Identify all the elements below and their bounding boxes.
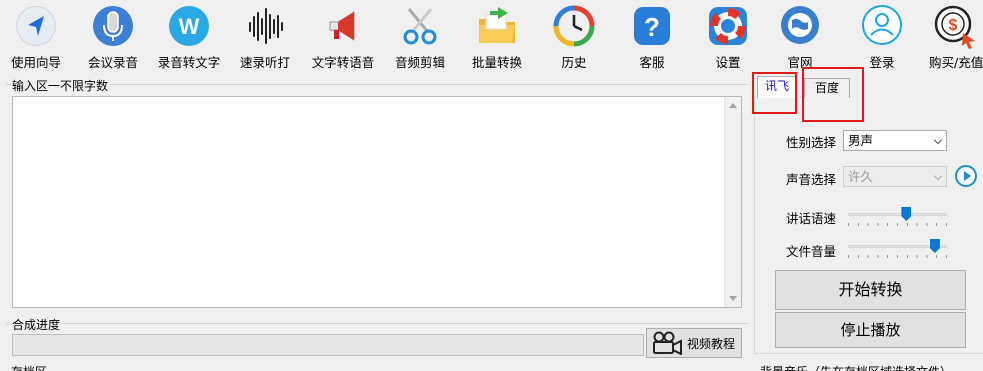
globe-icon	[777, 3, 823, 49]
speed-slider[interactable]	[842, 204, 953, 228]
toolbar-audio-edit-label: 音频剪辑	[394, 55, 445, 70]
toolbar: 使用向导 会议录音 W 录音转文字 速录听打 文字转语音 音频剪辑 批量转换 历…	[0, 0, 983, 72]
toolbar-batch-convert-label: 批量转换	[471, 55, 522, 70]
toolbar-purchase-label: 购买/充值	[929, 55, 983, 70]
toolbar-login-label: 登录	[869, 55, 895, 70]
background-music-label: 背景音乐（先在存档区域选择文件）	[760, 363, 952, 371]
scissors-icon	[397, 3, 443, 49]
gender-select[interactable]: 男声	[843, 130, 947, 151]
input-group-border	[6, 84, 748, 85]
microphone-icon	[90, 3, 136, 49]
toolbar-record-to-text-button[interactable]: W 录音转文字	[152, 0, 226, 72]
volume-slider[interactable]	[842, 236, 953, 260]
synthesis-group-label: 合成进度	[11, 316, 62, 333]
svg-text:?: ?	[644, 12, 660, 42]
speed-label: 讲话语速	[786, 211, 837, 226]
archive-area-label: 存档区	[11, 363, 47, 371]
highlight-box-xunfei	[752, 72, 797, 114]
text-input-area[interactable]	[12, 96, 742, 308]
history-clock-icon	[551, 3, 597, 49]
toolbar-meeting-record-label: 会议录音	[87, 55, 138, 70]
lifebuoy-icon	[705, 3, 751, 49]
synthesis-progress-bar	[12, 334, 644, 356]
input-group-label: 输入区一不限字数	[11, 77, 110, 94]
folder-arrow-icon	[474, 3, 520, 49]
toolbar-support-button[interactable]: ? 客服	[622, 0, 682, 72]
voice-select-value: 许久	[848, 169, 874, 184]
toolbar-purchase-button[interactable]: $ 购买/充值	[926, 0, 983, 72]
voice-select[interactable]: 许久	[843, 166, 947, 187]
play-preview-icon[interactable]	[955, 165, 977, 187]
user-icon	[859, 3, 905, 49]
toolbar-stenography-button[interactable]: 速录听打	[234, 0, 296, 72]
text-input-content	[13, 97, 741, 103]
w-letter-icon: W	[166, 3, 212, 49]
voice-label: 声音选择	[786, 172, 837, 187]
chevron-down-icon	[933, 135, 943, 145]
highlight-box-baidu	[802, 67, 864, 122]
video-tutorial-button[interactable]: 视频教程	[646, 328, 742, 358]
chevron-down-icon	[933, 171, 943, 181]
stop-play-button[interactable]: 停止播放	[775, 312, 966, 348]
volume-label: 文件音量	[786, 244, 837, 259]
toolbar-batch-convert-button[interactable]: 批量转换	[466, 0, 528, 72]
speed-slider-track	[848, 213, 947, 216]
toolbar-login-button[interactable]: 登录	[852, 0, 912, 72]
gender-select-value: 男声	[848, 133, 874, 148]
navigation-arrow-icon	[13, 3, 59, 49]
scroll-down-arrow-icon[interactable]	[729, 296, 737, 301]
toolbar-meeting-record-button[interactable]: 会议录音	[82, 0, 144, 72]
synthesis-group-border	[6, 323, 748, 324]
toolbar-support-label: 客服	[639, 55, 665, 70]
toolbar-stenography-label: 速录听打	[239, 55, 290, 70]
speed-slider-thumb[interactable]	[901, 207, 912, 221]
toolbar-audio-edit-button[interactable]: 音频剪辑	[388, 0, 452, 72]
volume-slider-ticks	[848, 255, 947, 258]
dollar-cursor-icon: $	[931, 3, 977, 49]
toolbar-text-to-speech-label: 文字转语音	[311, 55, 375, 70]
toolbar-record-to-text-label: 录音转文字	[157, 55, 221, 70]
toolbar-history-button[interactable]: 历史	[544, 0, 604, 72]
toolbar-guide-button[interactable]: 使用向导	[6, 0, 66, 72]
toolbar-text-to-speech-button[interactable]: 文字转语音	[306, 0, 380, 72]
toolbar-guide-label: 使用向导	[10, 55, 61, 70]
svg-text:$: $	[949, 17, 958, 34]
speed-slider-ticks	[848, 223, 947, 226]
toolbar-history-label: 历史	[561, 55, 587, 70]
volume-slider-thumb[interactable]	[929, 239, 940, 253]
megaphone-icon	[320, 3, 366, 49]
start-convert-button[interactable]: 开始转换	[775, 270, 966, 310]
svg-text:W: W	[179, 14, 200, 39]
toolbar-website-button[interactable]: 官网	[776, 0, 824, 72]
toolbar-settings-button[interactable]: 设置	[698, 0, 758, 72]
scroll-up-arrow-icon[interactable]	[729, 103, 737, 108]
gender-label: 性别选择	[786, 135, 837, 150]
text-input-scrollbar[interactable]	[724, 97, 741, 307]
video-camera-icon	[653, 331, 682, 355]
soundwave-icon	[242, 3, 288, 49]
toolbar-settings-label: 设置	[715, 55, 741, 70]
question-icon: ?	[629, 3, 675, 49]
video-tutorial-label: 视频教程	[687, 336, 736, 351]
